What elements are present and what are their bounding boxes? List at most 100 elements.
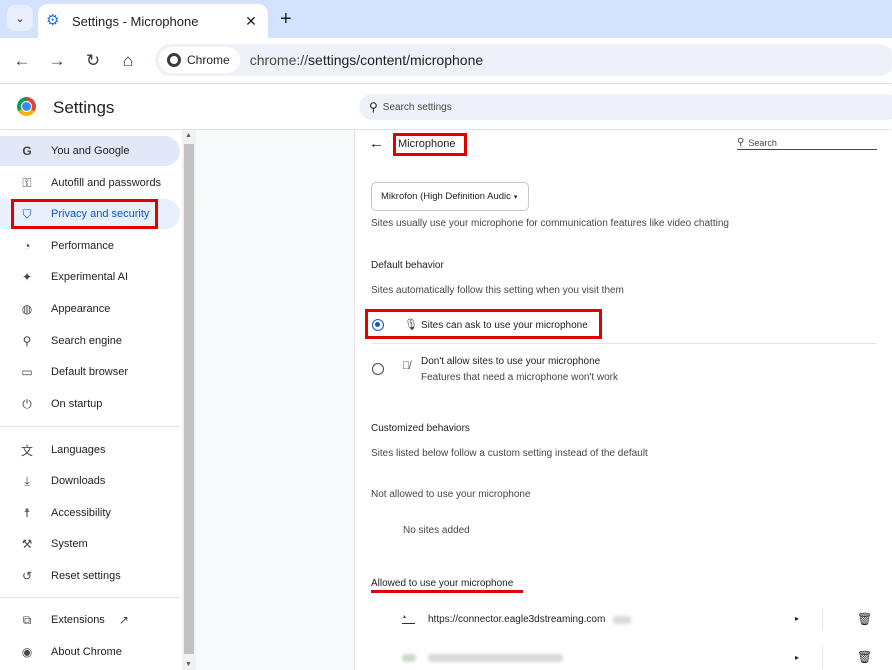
back-button[interactable]: ← — [369, 135, 384, 152]
sidebar-item-extensions[interactable]: ⧉ Extensions ↗ — [0, 605, 180, 635]
chevron-right-icon[interactable]: ▸ — [795, 614, 799, 623]
sidebar-item-default-browser[interactable]: ▭ Default browser — [0, 357, 180, 387]
arrow-right-icon: → — [48, 51, 66, 70]
key-icon: ⚿ — [22, 175, 32, 190]
allowed-heading: Allowed to use your microphone — [371, 578, 514, 589]
redacted-text — [613, 616, 631, 624]
reset-icon: ↺ — [21, 569, 33, 583]
subpage-search-input[interactable]: ⚲ Search — [737, 136, 877, 150]
speedometer-icon: ◔ — [23, 239, 31, 253]
microphone-settings-card: ← Microphone ⚲ Search Mikrofon (High Def… — [354, 130, 892, 670]
delete-trash-icon[interactable]: 🗑︎ — [857, 612, 872, 626]
microphone-device-select[interactable]: Mikrofon (High Definition Audic ▾ — [371, 182, 529, 211]
redacted-favicon — [402, 654, 416, 662]
address-bar[interactable]: Chrome chrome://settings/content/microph… — [155, 44, 892, 76]
sidebar-item-label: Downloads — [51, 475, 106, 487]
option-divider — [371, 343, 877, 344]
default-behavior-heading: Default behavior — [371, 260, 444, 271]
annotation-highlight-privacy — [11, 199, 158, 229]
chip-label: Chrome — [187, 53, 230, 67]
sidebar-scrollbar[interactable]: ▲ ▼ — [182, 130, 196, 670]
sidebar: G You and Google ⚿ Autofill and password… — [0, 130, 182, 670]
scroll-down-arrow-icon[interactable]: ▼ — [185, 661, 192, 668]
customized-behaviors-heading: Customized behaviors — [371, 423, 470, 434]
wrench-icon: ⚒ — [21, 537, 33, 551]
page-title: Settings — [53, 98, 115, 117]
page-background — [196, 130, 354, 670]
settings-header: Settings ⚲ Search settings — [0, 85, 892, 129]
search-icon: ⚲ — [22, 334, 32, 348]
sidebar-item-reset-settings[interactable]: ↺ Reset settings — [0, 561, 180, 591]
allowed-site-row[interactable]: ▲ https://connector.eagle3dstreaming.com… — [355, 604, 892, 634]
tab-title: Settings - Microphone — [72, 13, 199, 29]
tab-close-button[interactable]: ✕ — [242, 13, 260, 30]
allowed-site-url[interactable]: https://connector.eagle3dstreaming.com — [428, 614, 605, 625]
download-icon: ⤓ — [24, 473, 30, 488]
active-tab[interactable]: ⚙ Settings - Microphone ✕ — [38, 4, 268, 38]
sidebar-item-experimental-ai[interactable]: ✦ Experimental AI — [0, 262, 180, 292]
sidebar-item-autofill[interactable]: ⚿ Autofill and passwords — [0, 168, 180, 198]
sidebar-item-downloads[interactable]: ⤓ Downloads — [0, 466, 180, 496]
site-favicon-icon: ▲ — [402, 614, 415, 624]
row-separator — [822, 608, 823, 630]
new-tab-button[interactable]: + — [280, 8, 292, 31]
search-placeholder: Search settings — [382, 101, 452, 113]
accessibility-icon: ☨ — [23, 506, 31, 520]
site-info-chip[interactable]: Chrome — [159, 47, 240, 73]
sidebar-item-label: About Chrome — [51, 646, 122, 658]
sidebar-item-appearance[interactable]: ◍ Appearance — [0, 294, 180, 324]
default-behavior-desc: Sites automatically follow this setting … — [371, 285, 624, 296]
reload-button[interactable]: ↻ — [82, 50, 104, 72]
chrome-icon — [167, 53, 181, 67]
forward-button[interactable]: → — [46, 50, 68, 72]
settings-gear-icon: ⚙ — [46, 12, 60, 29]
sidebar-item-system[interactable]: ⚒ System — [0, 529, 180, 559]
scroll-up-arrow-icon[interactable]: ▲ — [185, 132, 192, 139]
sidebar-item-label: On startup — [51, 398, 103, 410]
sidebar-item-accessibility[interactable]: ☨ Accessibility — [0, 498, 180, 528]
sidebar-item-label: Languages — [51, 444, 106, 456]
option-block-label[interactable]: Don't allow sites to use your microphone — [421, 356, 600, 367]
search-settings-input[interactable]: ⚲ Search settings — [359, 94, 892, 120]
intro-text: Sites usually use your microphone for co… — [371, 218, 729, 229]
external-link-icon: ↗ — [118, 613, 129, 627]
chrome-logo-icon — [17, 97, 36, 116]
sidebar-item-search-engine[interactable]: ⚲ Search engine — [0, 326, 180, 356]
microphone-off-icon: 🎙̸ — [402, 360, 411, 372]
delete-trash-icon[interactable]: 🗑︎ — [857, 650, 872, 664]
power-icon: ⏻ — [22, 396, 32, 411]
search-icon: ⚲ — [737, 137, 745, 148]
chevron-right-icon[interactable]: ▸ — [795, 653, 799, 662]
sidebar-divider — [0, 597, 180, 598]
sidebar-item-label: Reset settings — [51, 570, 121, 582]
tab-search-button[interactable]: ⌄ — [7, 5, 33, 31]
home-icon: ⌂ — [122, 51, 134, 70]
arrow-left-icon: ← — [369, 135, 384, 152]
home-button[interactable]: ⌂ — [117, 50, 139, 72]
url-text[interactable]: chrome://settings/content/microphone — [250, 52, 483, 68]
sidebar-divider — [0, 426, 180, 427]
sidebar-item-label: Experimental AI — [51, 271, 129, 283]
scrollbar-thumb[interactable] — [184, 144, 194, 654]
back-button[interactable]: ← — [11, 50, 33, 72]
sidebar-item-you-and-google[interactable]: G You and Google — [0, 136, 180, 166]
translate-icon: 文 — [20, 443, 33, 458]
sidebar-item-performance[interactable]: ◔ Performance — [0, 231, 180, 261]
sidebar-item-languages[interactable]: 文 Languages — [0, 435, 180, 465]
customized-behaviors-desc: Sites listed below follow a custom setti… — [371, 448, 648, 459]
sidebar-item-about-chrome[interactable]: ◉ About Chrome — [0, 637, 180, 667]
allowed-site-row[interactable]: ▸ 🗑︎ — [355, 644, 892, 670]
browser-icon: ▭ — [21, 365, 33, 379]
search-icon: ⚲ — [369, 100, 378, 114]
sidebar-item-label: Autofill and passwords — [51, 177, 162, 189]
browser-toolbar: ← → ↻ ⌂ Chrome chrome://settings/content… — [0, 38, 892, 84]
reload-icon: ↻ — [85, 51, 101, 70]
not-allowed-heading: Not allowed to use your microphone — [371, 489, 531, 500]
radio-block[interactable] — [372, 363, 384, 375]
sparkle-icon: ✦ — [21, 270, 33, 284]
sidebar-item-on-startup[interactable]: ⏻ On startup — [0, 389, 180, 419]
device-select-value: Mikrofon (High Definition Audic — [381, 191, 511, 202]
redacted-text — [428, 654, 563, 662]
sidebar-item-label: Accessibility — [51, 507, 111, 519]
chrome-icon: ◉ — [21, 645, 33, 659]
